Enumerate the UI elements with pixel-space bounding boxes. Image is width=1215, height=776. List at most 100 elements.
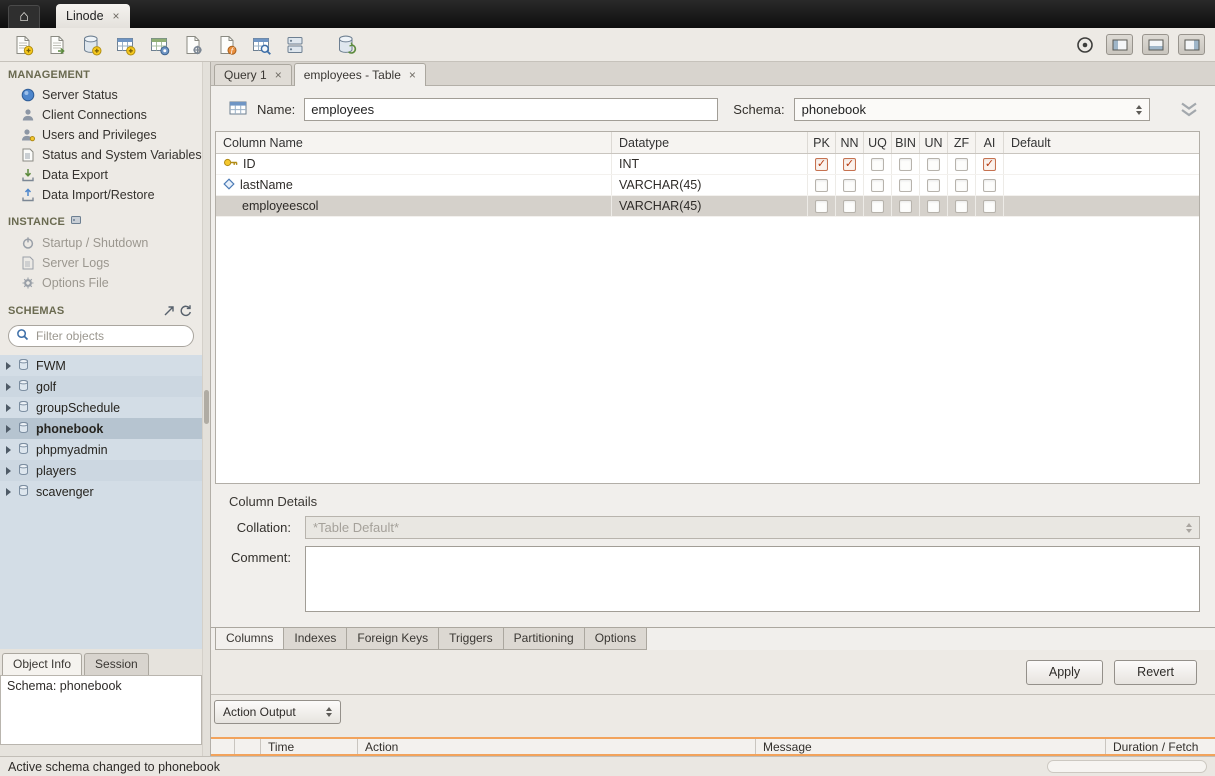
zf-checkbox[interactable] [955, 179, 968, 192]
expander-icon[interactable] [6, 467, 11, 475]
sidebar-item-data-export[interactable]: Data Export [0, 165, 202, 185]
schema-item-scavenger[interactable]: scavenger [0, 481, 202, 502]
zf-checkbox[interactable] [955, 158, 968, 171]
close-icon[interactable]: × [113, 10, 120, 22]
schema-item-players[interactable]: players [0, 460, 202, 481]
col-header-default[interactable]: Default [1004, 132, 1199, 153]
nn-checkbox[interactable] [843, 179, 856, 192]
schema-filter-input[interactable] [34, 328, 186, 344]
col-header-bin[interactable]: BIN [892, 132, 920, 153]
col-header-name[interactable]: Column Name [216, 132, 612, 153]
schema-select[interactable]: phonebook [794, 98, 1150, 121]
toggle-bottom-panel-button[interactable] [1142, 34, 1169, 55]
sidebar-item-server-status[interactable]: Server Status [0, 85, 202, 105]
server-administration-icon[interactable] [282, 32, 307, 58]
create-view-icon[interactable] [146, 32, 171, 58]
column-default[interactable] [1004, 154, 1199, 174]
connection-tab-linode[interactable]: Linode × [56, 4, 130, 28]
comment-textarea[interactable] [305, 546, 1200, 612]
column-datatype[interactable]: VARCHAR(45) [612, 196, 808, 216]
ai-checkbox[interactable] [983, 158, 996, 171]
un-checkbox[interactable] [927, 158, 940, 171]
sidebar-item-options-file[interactable]: Options File [0, 273, 202, 293]
uq-checkbox[interactable] [871, 158, 884, 171]
tab-query-1[interactable]: Query 1 × [214, 64, 292, 85]
revert-button[interactable]: Revert [1114, 660, 1197, 685]
uq-checkbox[interactable] [871, 200, 884, 213]
close-icon[interactable]: × [275, 69, 282, 81]
subtab-indexes[interactable]: Indexes [283, 628, 347, 650]
tab-employees-table[interactable]: employees - Table × [294, 63, 426, 86]
expander-icon[interactable] [6, 404, 11, 412]
subtab-triggers[interactable]: Triggers [438, 628, 504, 650]
status-scrollbar[interactable] [1047, 760, 1207, 773]
output-col-duration[interactable]: Duration / Fetch [1106, 739, 1215, 754]
bin-checkbox[interactable] [899, 179, 912, 192]
column-datatype[interactable]: INT [612, 154, 808, 174]
expander-icon[interactable] [6, 446, 11, 454]
tab-session[interactable]: Session [84, 653, 149, 675]
column-row-id[interactable]: ID INT [216, 154, 1199, 175]
ai-checkbox[interactable] [983, 200, 996, 213]
col-header-nn[interactable]: NN [836, 132, 864, 153]
col-header-ai[interactable]: AI [976, 132, 1004, 153]
sidebar-item-data-import[interactable]: Data Import/Restore [0, 185, 202, 205]
output-type-select[interactable]: Action Output [214, 700, 341, 724]
sidebar-scrollbar[interactable] [202, 62, 210, 756]
tab-object-info[interactable]: Object Info [2, 653, 82, 675]
create-function-icon[interactable]: f [214, 32, 239, 58]
create-procedure-icon[interactable] [180, 32, 205, 58]
close-icon[interactable]: × [409, 69, 416, 81]
sidebar-item-status-system-variables[interactable]: Status and System Variables [0, 145, 202, 165]
sidebar-item-server-logs[interactable]: Server Logs [0, 253, 202, 273]
create-table-icon[interactable] [112, 32, 137, 58]
scrollbar-thumb[interactable] [204, 390, 209, 424]
un-checkbox[interactable] [927, 200, 940, 213]
bin-checkbox[interactable] [899, 158, 912, 171]
col-header-pk[interactable]: PK [808, 132, 836, 153]
schema-item-phonebook[interactable]: phonebook [0, 418, 202, 439]
column-default[interactable] [1004, 175, 1199, 195]
subtab-partitioning[interactable]: Partitioning [503, 628, 585, 650]
col-header-uq[interactable]: UQ [864, 132, 892, 153]
sidebar-item-users-privileges[interactable]: Users and Privileges [0, 125, 202, 145]
column-row-lastname[interactable]: lastName VARCHAR(45) [216, 175, 1199, 196]
schema-item-golf[interactable]: golf [0, 376, 202, 397]
expander-icon[interactable] [6, 488, 11, 496]
subtab-foreign-keys[interactable]: Foreign Keys [346, 628, 439, 650]
create-schema-icon[interactable] [78, 32, 103, 58]
col-header-datatype[interactable]: Datatype [612, 132, 808, 153]
output-col-message[interactable]: Message [756, 739, 1106, 754]
subtab-options[interactable]: Options [584, 628, 647, 650]
expand-schemas-icon[interactable] [160, 303, 177, 318]
zf-checkbox[interactable] [955, 200, 968, 213]
sidebar-item-startup-shutdown[interactable]: Startup / Shutdown [0, 233, 202, 253]
schema-item-phpmyadmin[interactable]: phpmyadmin [0, 439, 202, 460]
refresh-schemas-icon[interactable] [177, 303, 194, 318]
expander-icon[interactable] [6, 425, 11, 433]
schema-item-fwm[interactable]: FWM [0, 355, 202, 376]
schema-item-groupschedule[interactable]: groupSchedule [0, 397, 202, 418]
apply-button[interactable]: Apply [1026, 660, 1103, 685]
column-row-employeescol[interactable]: employeescol VARCHAR(45) [216, 196, 1199, 217]
table-name-input[interactable] [304, 98, 718, 121]
col-header-un[interactable]: UN [920, 132, 948, 153]
grid-empty-area[interactable] [216, 217, 1199, 483]
column-default[interactable] [1004, 196, 1199, 216]
search-table-data-icon[interactable] [248, 32, 273, 58]
open-sql-script-icon[interactable] [44, 32, 69, 58]
sidebar-item-client-connections[interactable]: Client Connections [0, 105, 202, 125]
expander-icon[interactable] [6, 383, 11, 391]
reconnect-dbms-icon[interactable] [333, 32, 358, 58]
home-tab-button[interactable]: ⌂ [8, 5, 40, 28]
expander-icon[interactable] [6, 362, 11, 370]
output-col-time[interactable]: Time [261, 739, 358, 754]
subtab-columns[interactable]: Columns [215, 628, 284, 650]
output-col-action[interactable]: Action [358, 739, 756, 754]
nn-checkbox[interactable] [843, 158, 856, 171]
pk-checkbox[interactable] [815, 200, 828, 213]
ai-checkbox[interactable] [983, 179, 996, 192]
toggle-left-sidebar-button[interactable] [1106, 34, 1133, 55]
un-checkbox[interactable] [927, 179, 940, 192]
new-query-tab-icon[interactable] [10, 32, 35, 58]
